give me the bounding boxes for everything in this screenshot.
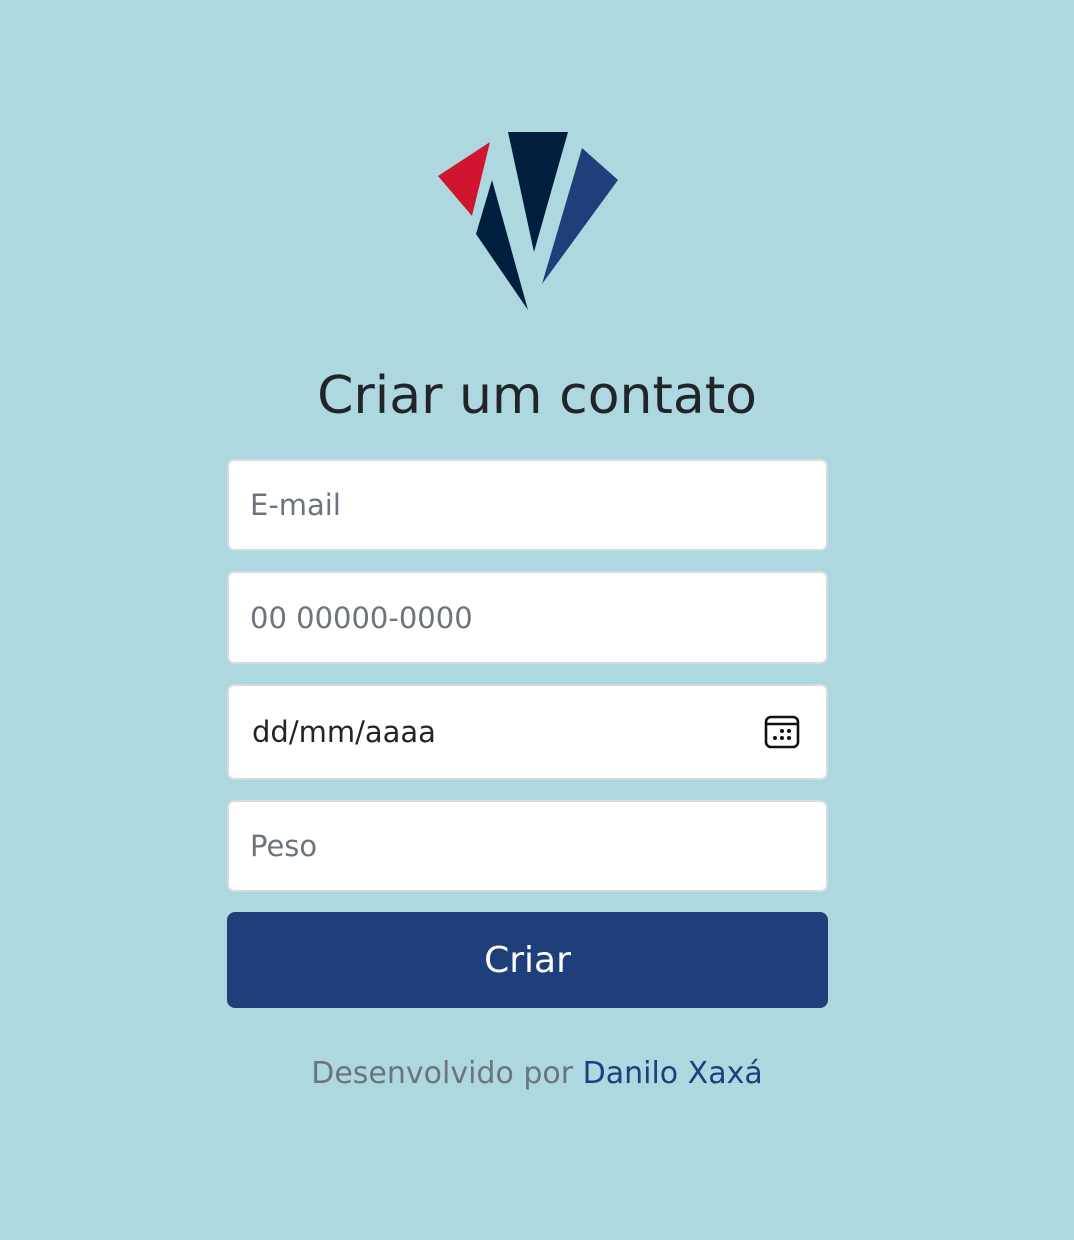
brand-logo-icon: [438, 132, 618, 310]
create-button[interactable]: Criar: [227, 912, 828, 1008]
email-field-container: [227, 459, 828, 551]
phone-field[interactable]: [229, 573, 826, 662]
page: Criar um contato dd/mm/aaaa Criar Desenv…: [0, 0, 1074, 1240]
footer-prefix: Desenvolvido por: [311, 1056, 574, 1091]
email-field[interactable]: [229, 461, 826, 549]
phone-field-container: [227, 571, 828, 664]
date-value: dd/mm/aaaa: [252, 715, 436, 749]
footer: Desenvolvido por Danilo Xaxá: [0, 1052, 1074, 1096]
calendar-icon[interactable]: [764, 713, 800, 749]
weight-field-container: [227, 800, 828, 892]
page-title: Criar um contato: [317, 366, 757, 426]
birthdate-field[interactable]: dd/mm/aaaa: [227, 684, 828, 780]
weight-field[interactable]: [229, 802, 826, 890]
author-link[interactable]: Danilo Xaxá: [583, 1056, 763, 1091]
